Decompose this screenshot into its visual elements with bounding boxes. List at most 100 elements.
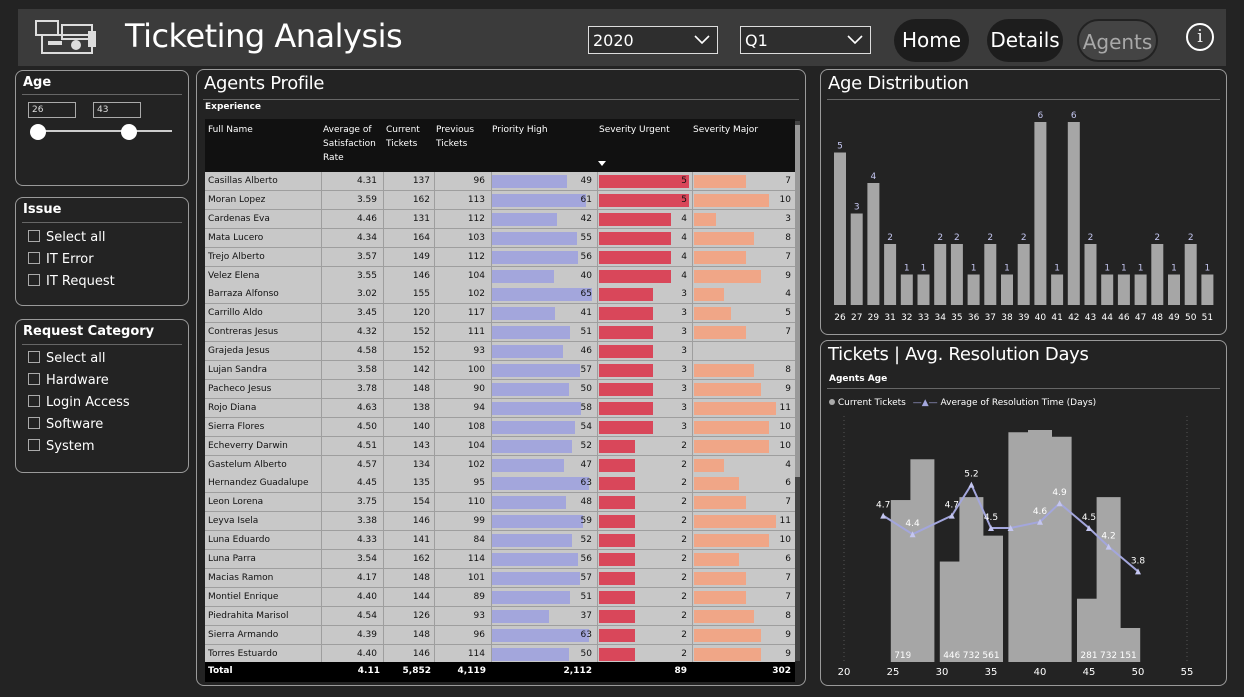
column-divider [692, 436, 693, 456]
table-row[interactable]: Pacheco Jesus 3.78 148 90 50 3 9 [205, 379, 795, 399]
option-label: System [46, 439, 95, 454]
column-header-satisfaction[interactable]: Average of Satisfaction Rate [323, 123, 383, 165]
legend-label-current-tickets: Current Tickets [837, 398, 906, 408]
cell-satisfaction: 3.02 [356, 289, 377, 300]
category-option-login-access[interactable]: Login Access [28, 395, 130, 410]
table-row[interactable]: Montiel Enrique 4.40 144 89 51 2 7 [205, 587, 795, 607]
column-divider [321, 512, 322, 532]
table-row[interactable]: Sierra Armando 4.39 148 96 63 2 9 [205, 625, 795, 645]
table-row[interactable]: Casillas Alberto 4.31 137 96 49 5 7 [205, 172, 795, 191]
severity-urgent-bar [599, 609, 635, 623]
priority-high-bar [492, 269, 554, 283]
table-row[interactable]: Piedrahita Marisol 4.54 126 93 37 2 8 [205, 606, 795, 626]
cell-full-name: Luna Eduardo [208, 535, 271, 546]
column-header-current-tickets[interactable]: Current Tickets [386, 123, 430, 151]
sort-descending-icon[interactable] [598, 161, 606, 167]
table-row[interactable]: Velez Elena 3.55 146 104 40 4 9 [205, 266, 795, 286]
priority-high-bar [492, 364, 580, 377]
category-option-software[interactable]: Software [28, 417, 103, 432]
cell-current-tickets: 152 [412, 346, 430, 357]
table-row[interactable]: Moran Lopez 3.59 162 113 61 5 10 [205, 190, 795, 210]
table-row[interactable]: Gastelum Alberto 4.57 134 102 47 2 4 [205, 455, 795, 475]
issue-option-it-error[interactable]: IT Error [28, 252, 94, 267]
table-row[interactable]: Trejo Alberto 3.57 149 112 56 4 7 [205, 247, 795, 267]
column-divider [597, 285, 598, 305]
cell-satisfaction: 4.51 [356, 440, 377, 451]
table-row[interactable]: Torres Estuardo 4.40 146 114 50 2 9 [205, 644, 795, 664]
age-distribution-title: Age Distribution [828, 73, 969, 94]
year-dropdown[interactable]: 2020 [588, 26, 718, 54]
table-scrollbar[interactable] [795, 121, 800, 661]
table-row[interactable]: Barraza Alfonso 3.02 155 102 65 3 4 [205, 285, 795, 305]
cell-current-tickets: 154 [412, 497, 430, 508]
table-row[interactable]: Luna Eduardo 4.33 141 84 52 2 10 [205, 531, 795, 551]
issue-option-select-all[interactable]: Select all [28, 230, 105, 245]
table-row[interactable]: Mata Lucero 4.34 164 103 55 4 8 [205, 228, 795, 248]
column-divider [321, 342, 322, 362]
severity-urgent-bar [599, 345, 653, 359]
cell-full-name: Moran Lopez [208, 194, 266, 205]
cell-severity-urgent: 3 [681, 365, 687, 375]
table-row[interactable]: Carrillo Aldo 3.45 120 117 41 3 5 [205, 304, 795, 324]
age-slider-min-handle[interactable] [30, 124, 46, 140]
table-row[interactable]: Hernandez Guadalupe 4.45 135 95 63 2 6 [205, 474, 795, 494]
column-divider [692, 512, 693, 532]
age-slider-max-handle[interactable] [121, 124, 137, 140]
column-header-full-name[interactable]: Full Name [208, 123, 253, 137]
table-row[interactable]: Cardenas Eva 4.46 131 112 42 4 3 [205, 209, 795, 229]
column-header-priority-high[interactable]: Priority High [492, 123, 548, 137]
cell-previous-tickets: 102 [467, 289, 485, 300]
resolution-value-label: 4.5 [1082, 513, 1096, 523]
column-header-previous-tickets[interactable]: Previous Tickets [436, 123, 486, 151]
column-divider [321, 436, 322, 456]
cell-severity-urgent: 2 [681, 459, 687, 470]
age-min-input[interactable]: 26 [28, 102, 76, 118]
issue-option-it-request[interactable]: IT Request [28, 274, 115, 289]
table-row[interactable]: Sierra Flores 4.50 140 108 54 3 10 [205, 417, 795, 437]
table-row[interactable]: Luna Parra 3.54 162 114 56 2 6 [205, 550, 795, 569]
column-header-severity-major[interactable]: Severity Major [693, 123, 758, 137]
age-slider-track[interactable] [38, 130, 172, 132]
column-divider [434, 531, 435, 551]
x-axis-tick-label: 25 [887, 667, 900, 678]
category-option-select-all[interactable]: Select all [28, 351, 105, 366]
scrollbar-thumb[interactable] [795, 125, 800, 477]
column-divider [383, 266, 384, 286]
tickets-bar [979, 535, 1003, 662]
cell-full-name: Leyva Isela [208, 516, 259, 527]
info-icon[interactable]: i [1186, 23, 1214, 51]
age-axis-tick-label: 32 [901, 313, 912, 323]
column-divider [597, 644, 598, 664]
column-header-severity-urgent[interactable]: Severity Urgent [599, 123, 670, 137]
table-row[interactable]: Rojo Diana 4.63 138 94 58 3 11 [205, 398, 795, 418]
column-divider [434, 417, 435, 437]
cell-priority-high: 57 [580, 572, 592, 583]
nav-details-button[interactable]: Details [987, 19, 1063, 62]
table-row[interactable]: Lujan Sandra 3.58 142 100 57 3 8 [205, 361, 795, 380]
nav-agents-button[interactable]: Agents [1077, 19, 1158, 62]
category-option-hardware[interactable]: Hardware [28, 373, 109, 388]
column-divider [321, 417, 322, 437]
tickets-bar [1047, 436, 1072, 662]
age-max-input[interactable]: 43 [93, 102, 141, 118]
table-row[interactable]: Echeverry Darwin 4.51 143 104 52 2 10 [205, 436, 795, 456]
age-bar [1184, 244, 1197, 305]
table-row[interactable]: Macias Ramon 4.17 148 101 57 2 7 [205, 568, 795, 588]
nav-home-button[interactable]: Home [894, 19, 969, 62]
tickets-resolution-title: Tickets | Avg. Resolution Days [828, 344, 1089, 365]
table-row[interactable]: Leyva Isela 3.38 146 99 59 2 11 [205, 512, 795, 532]
cell-previous-tickets: 94 [473, 402, 485, 413]
ticketing-logo-icon [35, 20, 96, 54]
category-option-system[interactable]: System [28, 439, 94, 454]
x-axis-tick-label: 20 [838, 667, 851, 678]
table-header: Full Name Average of Satisfaction Rate C… [205, 119, 795, 172]
table-row[interactable]: Grajeda Jesus 4.58 152 93 46 3 [205, 342, 795, 362]
table-row[interactable]: Contreras Jesus 4.32 152 111 51 3 7 [205, 323, 795, 343]
quarter-dropdown[interactable]: Q1 [740, 26, 871, 54]
severity-major-bar [694, 269, 762, 283]
cell-priority-high: 58 [580, 402, 592, 413]
table-row[interactable]: Leon Lorena 3.75 154 110 48 2 7 [205, 493, 795, 513]
priority-high-bar [492, 515, 583, 529]
severity-urgent-bar [599, 326, 653, 340]
cell-severity-major: 7 [785, 251, 791, 262]
